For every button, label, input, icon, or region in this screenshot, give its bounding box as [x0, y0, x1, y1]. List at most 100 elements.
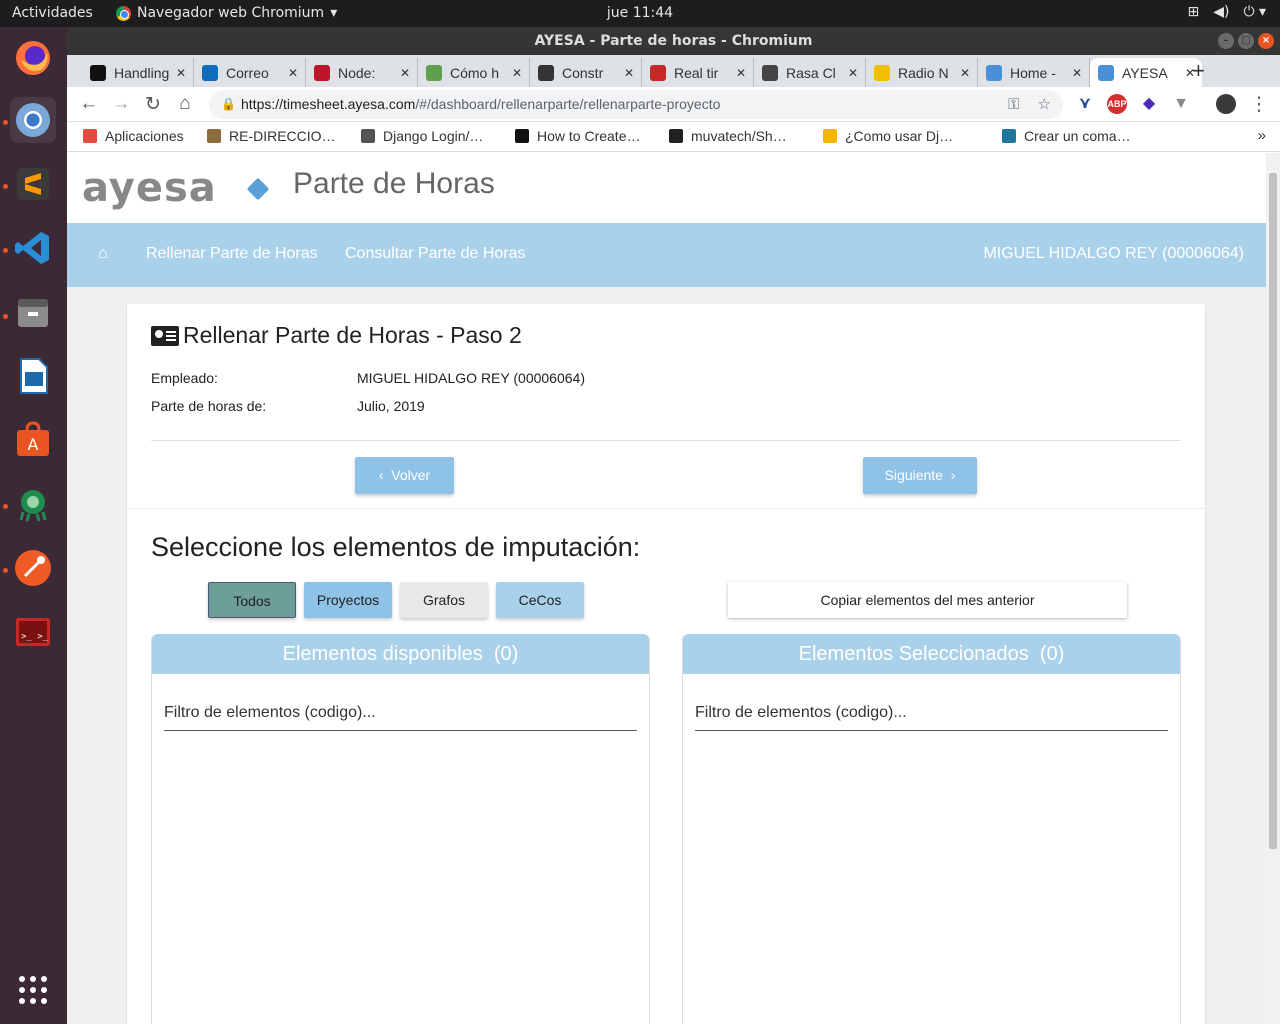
- bookmark-item[interactable]: ¿Como usar Dj…: [823, 128, 953, 144]
- browser-tab[interactable]: Constr ✕: [530, 58, 642, 87]
- scrollbar-thumb[interactable]: [1269, 173, 1277, 849]
- employee-label: Empleado:: [151, 370, 218, 386]
- close-window-button[interactable]: ×: [1258, 33, 1274, 49]
- key-icon[interactable]: ⚿: [1008, 90, 1019, 119]
- app-grid-icon[interactable]: [10, 967, 56, 1013]
- bookmark-item[interactable]: Aplicaciones: [83, 128, 184, 144]
- available-panel-header: Elementos disponibles (0): [152, 634, 649, 674]
- bookmark-item[interactable]: Crear un coma…: [1002, 128, 1131, 144]
- period-value: Julio, 2019: [357, 398, 425, 414]
- tab-close-icon[interactable]: ✕: [397, 66, 413, 80]
- nav-consultar[interactable]: Consultar Parte de Horas: [345, 245, 526, 263]
- browser-tab[interactable]: Correo ✕: [194, 58, 306, 87]
- browser-tab[interactable]: Home - ✕: [978, 58, 1090, 87]
- os-top-bar: Actividades Navegador web Chromium ▾ jue…: [0, 0, 1280, 27]
- extension-v-icon[interactable]: ⋎: [1075, 94, 1095, 114]
- browser-tab[interactable]: Cómo h ✕: [418, 58, 530, 87]
- section-divider: [127, 508, 1205, 509]
- bookmarks-overflow-icon[interactable]: »: [1258, 127, 1266, 144]
- browser-tab[interactable]: Node: ✕: [306, 58, 418, 87]
- bookmark-item[interactable]: muvatech/Sh…: [669, 128, 787, 144]
- tab-close-icon[interactable]: ✕: [845, 66, 861, 80]
- bookmark-favicon-icon: [669, 129, 683, 143]
- software-center-icon[interactable]: A: [10, 417, 56, 463]
- bookmark-item[interactable]: RE-DIRECCIO…: [207, 128, 336, 144]
- extension-gray-icon[interactable]: ▼: [1171, 94, 1191, 114]
- writer-icon[interactable]: [10, 353, 56, 399]
- vscode-icon[interactable]: [10, 225, 56, 271]
- tab-close-icon[interactable]: ✕: [733, 66, 749, 80]
- available-title: Elementos disponibles: [282, 643, 483, 665]
- back-button[interactable]: ←: [77, 93, 101, 115]
- sublime-text-icon[interactable]: [10, 161, 56, 207]
- filter-button[interactable]: Grafos: [400, 582, 488, 618]
- terminal-icon[interactable]: >_ >_: [10, 609, 56, 655]
- bookmark-item[interactable]: Django Login/…: [361, 128, 483, 144]
- firefox-icon[interactable]: [10, 35, 56, 81]
- browser-tab[interactable]: Rasa Cl ✕: [754, 58, 866, 87]
- tab-close-icon[interactable]: ✕: [285, 66, 301, 80]
- profile-avatar[interactable]: [1216, 94, 1236, 114]
- bookmark-item[interactable]: How to Create…: [515, 128, 640, 144]
- app-menu[interactable]: Navegador web Chromium ▾: [116, 5, 337, 21]
- menu-kebab-icon[interactable]: ⋮: [1247, 93, 1271, 116]
- minimize-button[interactable]: –: [1218, 33, 1234, 49]
- home-icon[interactable]: ⌂: [98, 245, 108, 263]
- chevron-left-icon: ‹: [378, 467, 392, 483]
- tab-close-icon[interactable]: ✕: [621, 66, 637, 80]
- tab-label: Node:: [338, 64, 376, 81]
- forward-button[interactable]: →: [109, 93, 133, 115]
- chevron-right-icon: ›: [942, 467, 956, 483]
- browser-tab[interactable]: AYESA ✕: [1090, 58, 1202, 87]
- tab-label: AYESA: [1122, 64, 1168, 81]
- filter-button[interactable]: CeCos: [496, 582, 584, 618]
- ayesa-logo[interactable]: ayesa: [82, 165, 217, 211]
- new-tab-button[interactable]: +: [1192, 58, 1205, 84]
- reload-button[interactable]: ↻: [141, 93, 165, 116]
- home-button[interactable]: ⌂: [173, 93, 197, 115]
- postman-icon[interactable]: [10, 545, 56, 591]
- files-icon[interactable]: [10, 289, 56, 335]
- network-icon: ⊞: [1187, 4, 1200, 20]
- available-count: (0): [493, 643, 519, 665]
- nav-rellenar[interactable]: Rellenar Parte de Horas: [146, 245, 318, 263]
- tab-close-icon[interactable]: ✕: [173, 66, 189, 80]
- adblock-icon[interactable]: ABP: [1107, 94, 1127, 114]
- copy-previous-month-button[interactable]: Copiar elementos del mes anterior: [728, 582, 1127, 618]
- activities-button[interactable]: Actividades: [12, 5, 93, 21]
- tab-label: Rasa Cl: [786, 64, 836, 81]
- filter-button[interactable]: Proyectos: [304, 582, 392, 618]
- tab-favicon-icon: [1098, 64, 1114, 81]
- window-titlebar[interactable]: AYESA - Parte de horas - Chromium – □ ×: [67, 27, 1280, 55]
- gitkraken-icon[interactable]: [10, 481, 56, 527]
- bookmark-label: muvatech/Sh…: [691, 128, 787, 144]
- tab-favicon-icon: [762, 64, 778, 81]
- bookmark-star-icon[interactable]: ☆: [1038, 90, 1051, 119]
- back-step-label: Volver: [391, 467, 431, 483]
- tab-label: Real tir: [674, 64, 719, 81]
- selected-filter-input[interactable]: Filtro de elementos (codigo)...: [695, 704, 1168, 731]
- maximize-button[interactable]: □: [1238, 33, 1254, 49]
- extension-diamond-icon[interactable]: ◆: [1139, 94, 1159, 114]
- bookmark-label: ¿Como usar Dj…: [845, 128, 954, 144]
- page-content: ayesa Parte de Horas ⌂ Rellenar Parte de…: [67, 153, 1266, 1024]
- tab-close-icon[interactable]: ✕: [1069, 66, 1085, 80]
- available-filter-input[interactable]: Filtro de elementos (codigo)...: [164, 704, 637, 731]
- browser-tab[interactable]: Real tir ✕: [642, 58, 754, 87]
- browser-tab[interactable]: Radio N ✕: [866, 58, 978, 87]
- main-nav: ⌂ Rellenar Parte de Horas Consultar Part…: [67, 223, 1266, 287]
- volume-icon: ◀): [1213, 4, 1230, 20]
- system-tray[interactable]: ⊞ ◀) ⏻ ▾: [1187, 4, 1266, 20]
- filter-button[interactable]: Todos: [208, 582, 296, 618]
- chromium-dock-icon[interactable]: [10, 97, 56, 143]
- bookmark-favicon-icon: [207, 129, 221, 143]
- tab-favicon-icon: [986, 64, 1002, 81]
- page-scrollbar[interactable]: [1266, 153, 1280, 1024]
- back-step-button[interactable]: ‹ Volver: [355, 457, 454, 494]
- address-bar[interactable]: 🔒 https://timesheet.ayesa.com/#/dashboar…: [209, 90, 1063, 119]
- tab-close-icon[interactable]: ✕: [957, 66, 973, 80]
- browser-tab[interactable]: Handling ✕: [82, 58, 194, 87]
- tab-close-icon[interactable]: ✕: [509, 66, 525, 80]
- user-name[interactable]: MIGUEL HIDALGO REY (00006064): [983, 245, 1244, 263]
- next-step-button[interactable]: Siguiente ›: [863, 457, 977, 494]
